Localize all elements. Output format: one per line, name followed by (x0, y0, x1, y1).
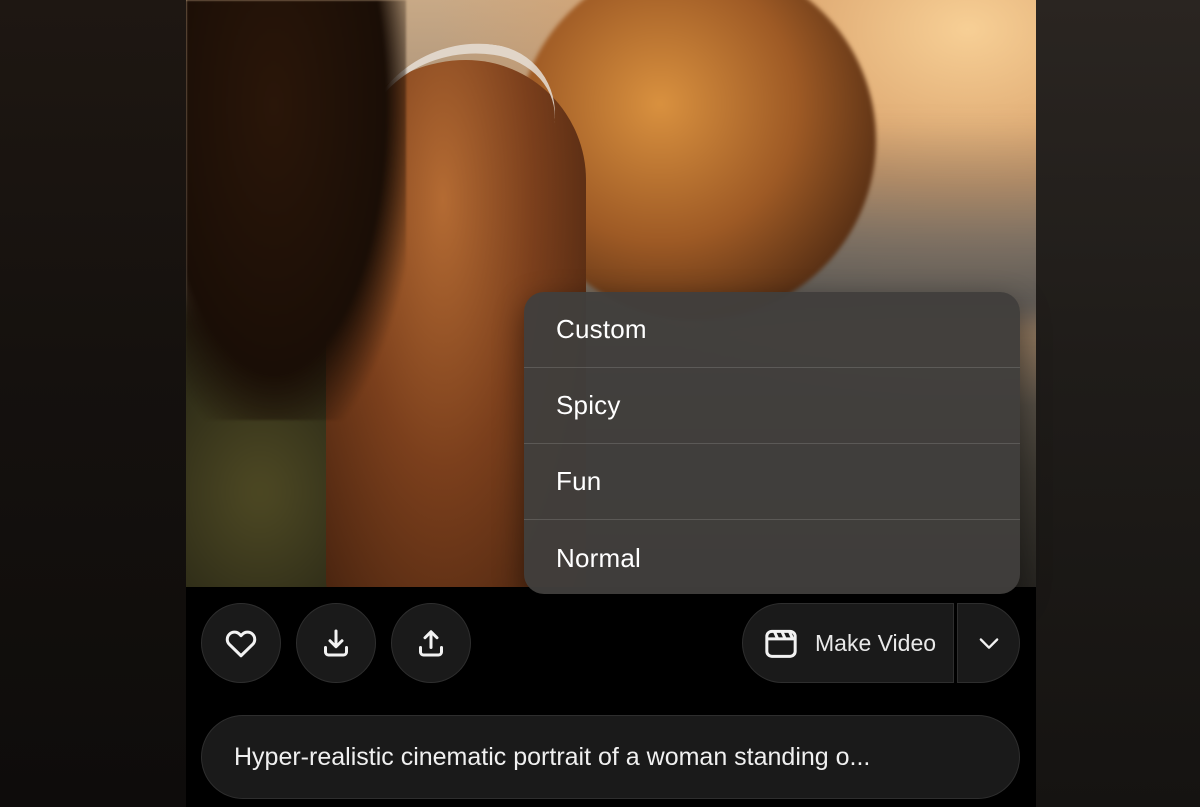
menu-item-fun[interactable]: Fun (524, 444, 1020, 520)
prompt-field[interactable]: Hyper-realistic cinematic portrait of a … (201, 715, 1020, 799)
menu-item-normal[interactable]: Normal (524, 520, 1020, 594)
chevron-down-icon (979, 638, 998, 649)
video-style-menu: Custom Spicy Fun Normal (524, 292, 1020, 594)
image-hair (186, 0, 406, 420)
prompt-text: Hyper-realistic cinematic portrait of a … (234, 742, 871, 771)
menu-item-custom[interactable]: Custom (524, 292, 1020, 368)
clapperboard-icon (765, 629, 797, 658)
download-button[interactable] (296, 603, 376, 683)
favorite-button[interactable] (201, 603, 281, 683)
menu-item-spicy[interactable]: Spicy (524, 368, 1020, 444)
heart-icon (225, 630, 257, 658)
make-video-label: Make Video (815, 629, 937, 656)
right-backdrop (1036, 0, 1200, 807)
share-button[interactable] (391, 603, 471, 683)
make-video-button[interactable]: Make Video (742, 603, 954, 683)
download-icon (324, 629, 348, 657)
left-backdrop (0, 0, 186, 807)
upload-icon (419, 630, 443, 657)
